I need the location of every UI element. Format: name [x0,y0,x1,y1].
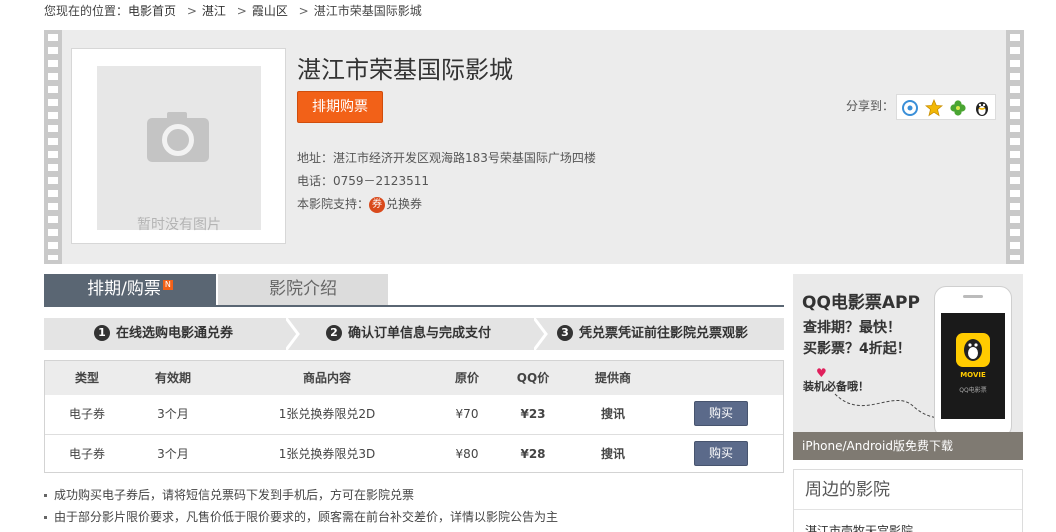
product-table: 类型 有效期 商品内容 原价 QQ价 提供商 电子券 3个月 1张兑换券限兑2D… [44,360,784,473]
step-number: 1 [94,324,110,341]
step-1: 1 在线选购电影通兑券 [94,318,233,350]
cell-validity: 3个月 [157,407,189,421]
film-strip-right [1006,30,1024,264]
share-label: 分享到： [846,99,895,113]
breadcrumb-separator: > [298,4,309,18]
header-provider: 提供商 [594,371,631,385]
purchase-notes: 成功购买电子券后，请将短信兑票码下发到手机后，方可在影院兑票 由于部分影片限价要… [44,484,558,528]
qq-movie-app-ad[interactable]: QQ电影票APP 查排期？最快！ 买影票？4折起！ ♥ 装机必备哦！ MOVIE… [793,274,1023,460]
cinema-poster: 暂时没有图片 [71,48,286,244]
step-2: 2 确认订单信息与完成支付 [326,318,491,350]
qq-penguin-icon[interactable] [973,99,991,117]
coupon-icon: 券 [369,196,386,213]
cinema-tabs: 排期/购票 N 影院介绍 [44,274,784,307]
step-arrow-icon [286,318,300,350]
cell-provider: 搜讯 [600,447,625,461]
table-row: 电子券 3个月 1张兑换券限兑3D ¥80 ¥28 搜讯 购买 [45,434,783,472]
step-3: 3 凭兑票凭证前往影院兑票观影 [557,318,748,350]
cinema-title: 湛江市荣基国际影城 [297,56,513,84]
buy-button[interactable]: 购买 [694,401,748,426]
step-label: 凭兑票凭证前往影院兑票观影 [579,326,749,341]
breadcrumb: 您现在的位置：电影首页 > 湛江 > 霞山区 > 湛江市荣基国际影城 [44,2,422,20]
clover-icon[interactable] [949,99,967,117]
app-ad-line-2: 买影票？4折起！ [803,341,911,357]
support-label: 本影院支持： [297,197,370,211]
step-arrow-icon [534,318,548,350]
cell-price: ¥80 [455,447,479,461]
app-download-link[interactable]: iPhone/Android版免费下载 [793,432,1023,460]
nearby-title: 周边的影院 [794,470,1022,510]
camera-icon [147,112,209,162]
buy-button[interactable]: 购买 [694,441,748,466]
cinema-support: 本影院支持：券兑换券 [297,195,422,213]
tab-schedule[interactable]: 排期/购票 N [44,274,216,305]
new-badge: N [162,280,173,290]
note-item: 成功购买电子券后，请将短信兑票码下发到手机后，方可在影院兑票 [44,484,558,506]
app-logo-icon [956,333,990,367]
breadcrumb-link-city[interactable]: 湛江 [202,4,226,18]
cell-type: 电子券 [68,407,105,421]
app-ad-line-1: 查排期？最快！ [803,320,901,336]
cell-qq-price: ¥28 [520,447,546,461]
breadcrumb-prefix: 您现在的位置： [44,4,129,18]
header-validity: 有效期 [154,371,191,385]
step-number: 3 [557,324,573,341]
schedule-buy-button[interactable]: 排期购票 [297,91,383,123]
tab-schedule-label: 排期/购票 [87,279,161,299]
share-toolbar [896,94,996,120]
header-type: 类型 [74,371,99,385]
step-label: 确认订单信息与完成支付 [348,326,492,341]
tab-cinema-intro-label: 影院介绍 [269,279,337,299]
poster-placeholder-text: 暂时没有图片 [137,217,221,233]
table-row: 电子券 3个月 1张兑换券限兑2D ¥70 ¥23 搜讯 购买 [45,395,783,433]
header-qq-price: QQ价 [516,371,550,385]
poster-placeholder: 暂时没有图片 [97,66,261,233]
step-number: 2 [326,324,342,341]
cell-content: 1张兑换券限兑2D [278,407,376,421]
nearby-cinema-link[interactable]: 湛江市壳牧天宫影院 [805,522,913,532]
weibo-icon[interactable] [901,99,919,117]
cell-price: ¥70 [455,407,479,421]
cinema-address: 地址：湛江市经济开发区观海路183号荣基国际广场四楼 [297,151,596,165]
app-ad-title: QQ电影票APP [802,293,920,313]
tab-cinema-intro[interactable]: 影院介绍 [218,274,388,305]
table-header: 类型 有效期 商品内容 原价 QQ价 提供商 [45,361,783,395]
purchase-steps: 1 在线选购电影通兑券 2 确认订单信息与完成支付 3 凭兑票凭证前往影院兑票观影 [44,318,784,350]
app-badge-name: QQ电影票 [959,387,987,394]
breadcrumb-separator: > [236,4,247,18]
cell-provider: 搜讯 [600,407,625,421]
breadcrumb-link-home[interactable]: 电影首页 [128,4,176,18]
header-content: 商品内容 [302,371,351,385]
breadcrumb-separator: > [186,4,197,18]
step-label: 在线选购电影通兑券 [116,326,234,341]
cinema-phone: 电话：0759－2123511 [297,174,429,188]
note-item: 由于部分影片限价要求，凡售价低于限价要求的，顾客需在前台补交差价，详情以影院公告… [44,506,558,528]
cell-qq-price: ¥23 [520,407,546,421]
phone-image: MOVIE QQ电影票 [934,286,1012,438]
coupon-label: 兑换券 [386,197,423,211]
breadcrumb-link-district[interactable]: 霞山区 [252,4,288,18]
cell-validity: 3个月 [157,447,189,461]
breadcrumb-current: 湛江市荣基国际影城 [313,4,422,18]
nearby-cinemas: 周边的影院 湛江市壳牧天宫影院 [793,469,1023,532]
cell-content: 1张兑换券限兑3D [278,447,376,461]
header-price: 原价 [454,371,479,385]
film-strip-left [44,30,62,264]
cell-type: 电子券 [68,447,105,461]
app-badge-caption: MOVIE [960,371,986,379]
star-icon[interactable] [924,98,944,117]
